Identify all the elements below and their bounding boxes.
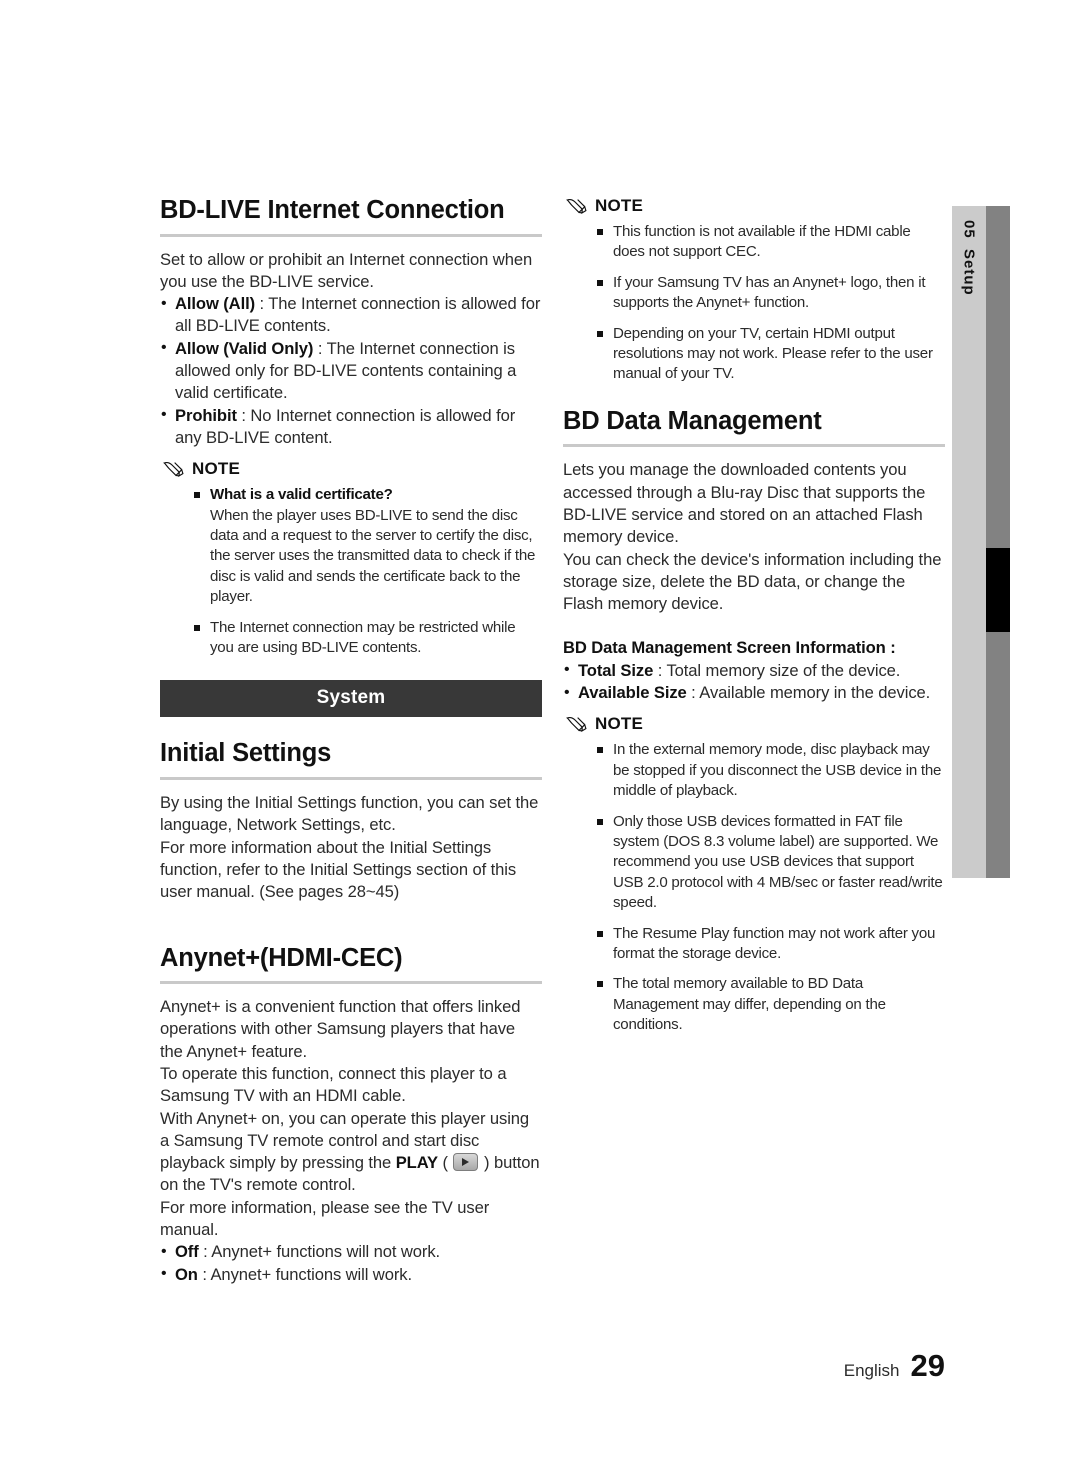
note-text: The total memory available to BD Data Ma… xyxy=(613,975,886,1034)
note-text: When the player uses BD-LIVE to send the… xyxy=(210,506,536,606)
heading-rule xyxy=(160,233,542,237)
note-text: Only those USB devices formatted in FAT … xyxy=(613,812,943,912)
note-label: NOTE xyxy=(595,714,644,734)
chapter-tab-number-label: 05 Setup xyxy=(961,220,978,296)
anynet-para-1: Anynet+ is a convenient function that of… xyxy=(160,997,521,1061)
list-item: Allow (Valid Only) : The Internet connec… xyxy=(160,337,542,405)
left-column: BD-LIVE Internet Connection Set to allow… xyxy=(160,196,542,1286)
note-text: This function is not available if the HD… xyxy=(613,223,911,261)
chapter-tab-text: 05 Setup xyxy=(952,220,986,420)
bd-data-note-list: In the external memory mode, disc playba… xyxy=(563,740,945,1035)
chapter-tab-marker xyxy=(986,548,1010,632)
chapter-tab: 05 Setup xyxy=(952,206,1010,878)
note-header: NOTE xyxy=(565,196,945,216)
pencil-icon xyxy=(163,462,184,478)
option-sep: : xyxy=(197,1264,211,1284)
footer-page-number: 29 xyxy=(910,1348,945,1383)
option-desc: Available memory in the device. xyxy=(699,683,931,703)
right-column: NOTE This function is not available if t… xyxy=(563,196,945,1036)
bd-live-intro: Set to allow or prohibit an Internet con… xyxy=(160,249,533,291)
list-item: Depending on your TV, certain HDMI outpu… xyxy=(595,324,945,385)
option-desc: Anynet+ functions will work. xyxy=(210,1264,412,1284)
note-question: What is a valid certificate? xyxy=(210,486,393,504)
note-text: If your Samsung TV has an Anynet+ logo, … xyxy=(613,273,926,312)
play-open-paren: ( xyxy=(438,1153,453,1173)
list-item: The Resume Play function may not work af… xyxy=(595,924,945,965)
play-key-label: PLAY xyxy=(395,1153,439,1173)
anynet-note-list: This function is not available if the HD… xyxy=(563,222,945,385)
chapter-tab-dark-band xyxy=(986,206,1010,878)
heading-rule xyxy=(160,777,542,781)
list-item: Off : Anynet+ functions will not work. xyxy=(160,1241,542,1264)
page-title-bd-data-management: BD Data Management xyxy=(563,406,822,435)
initial-settings-para-1: By using the Initial Settings function, … xyxy=(160,793,539,835)
bd-live-note-list: What is a valid certificate? When the pl… xyxy=(160,485,542,658)
list-item: If your Samsung TV has an Anynet+ logo, … xyxy=(595,273,945,314)
option-desc: Anynet+ functions will not work. xyxy=(211,1242,441,1262)
option-desc: Total memory size of the device. xyxy=(666,660,901,680)
option-term: Allow (Valid Only) xyxy=(175,338,314,358)
screen-info-title: BD Data Management Screen Information : xyxy=(563,638,896,658)
list-item: Prohibit : No Internet connection is all… xyxy=(160,404,542,450)
pencil-icon xyxy=(566,717,587,733)
note-header: NOTE xyxy=(162,459,542,479)
list-item: This function is not available if the HD… xyxy=(595,222,945,263)
note-text: The Internet connection may be restricte… xyxy=(210,618,516,657)
list-item: Available Size : Available memory in the… xyxy=(563,682,945,705)
list-item: Total Size : Total memory size of the de… xyxy=(563,659,945,682)
pencil-icon xyxy=(566,199,587,214)
list-item: The Internet connection may be restricte… xyxy=(192,618,542,659)
option-sep: : xyxy=(653,660,667,680)
option-sep: : xyxy=(198,1242,212,1262)
anynet-para-2: To operate this function, connect this p… xyxy=(160,1063,507,1106)
chapter-label: Setup xyxy=(960,249,978,296)
list-item: The total memory available to BD Data Ma… xyxy=(595,974,945,1035)
page-title-bd-live: BD-LIVE Internet Connection xyxy=(160,196,505,224)
page-footer: English 29 xyxy=(844,1348,945,1384)
option-term: On xyxy=(175,1264,198,1284)
list-item: On : Anynet+ functions will work. xyxy=(160,1263,542,1286)
list-item: What is a valid certificate? When the pl… xyxy=(192,485,542,607)
note-text: The Resume Play function may not work af… xyxy=(613,924,936,963)
section-banner-system: System xyxy=(160,680,542,718)
note-header: NOTE xyxy=(565,714,945,734)
option-term: Allow (All) xyxy=(175,294,256,314)
option-term: Total Size xyxy=(578,660,654,680)
note-label: NOTE xyxy=(192,459,241,479)
heading-rule xyxy=(563,444,945,448)
bd-data-para-2: You can check the device's information i… xyxy=(563,549,942,614)
list-item: Allow (All) : The Internet connection is… xyxy=(160,293,542,338)
anynet-tail-para: For more information, please see the TV … xyxy=(160,1197,490,1240)
anynet-option-list: Off : Anynet+ functions will not work. O… xyxy=(160,1241,542,1286)
chapter-number: 05 xyxy=(960,220,978,239)
list-item: Only those USB devices formatted in FAT … xyxy=(595,812,945,914)
page-title-anynet: Anynet+(HDMI-CEC) xyxy=(160,943,403,972)
play-button-icon xyxy=(453,1153,479,1172)
footer-language: English xyxy=(843,1361,900,1380)
bd-live-option-list: Allow (All) : The Internet connection is… xyxy=(160,293,542,449)
option-sep: : xyxy=(686,683,700,703)
note-text: Depending on your TV, certain HDMI outpu… xyxy=(613,324,933,383)
bd-data-para-1: Lets you manage the downloaded contents … xyxy=(563,460,926,547)
anynet-play-para: With Anynet+ on, you can operate this pl… xyxy=(160,1108,542,1197)
option-sep: : xyxy=(313,338,327,358)
option-term: Prohibit xyxy=(175,405,237,425)
play-close-paren: ) xyxy=(479,1153,494,1173)
option-term: Available Size xyxy=(578,683,687,703)
option-term: Off xyxy=(175,1242,199,1262)
manual-page: BD-LIVE Internet Connection Set to allow… xyxy=(0,0,1080,1477)
bd-data-option-list: Total Size : Total memory size of the de… xyxy=(563,659,945,705)
page-title-initial-settings: Initial Settings xyxy=(160,739,332,768)
option-sep: : xyxy=(255,294,269,314)
heading-rule xyxy=(160,981,542,985)
option-sep: : xyxy=(236,405,251,425)
list-item: In the external memory mode, disc playba… xyxy=(595,740,945,801)
note-label: NOTE xyxy=(595,196,644,215)
initial-settings-para-2: For more information about the Initial S… xyxy=(160,837,517,902)
note-text: In the external memory mode, disc playba… xyxy=(613,741,942,800)
